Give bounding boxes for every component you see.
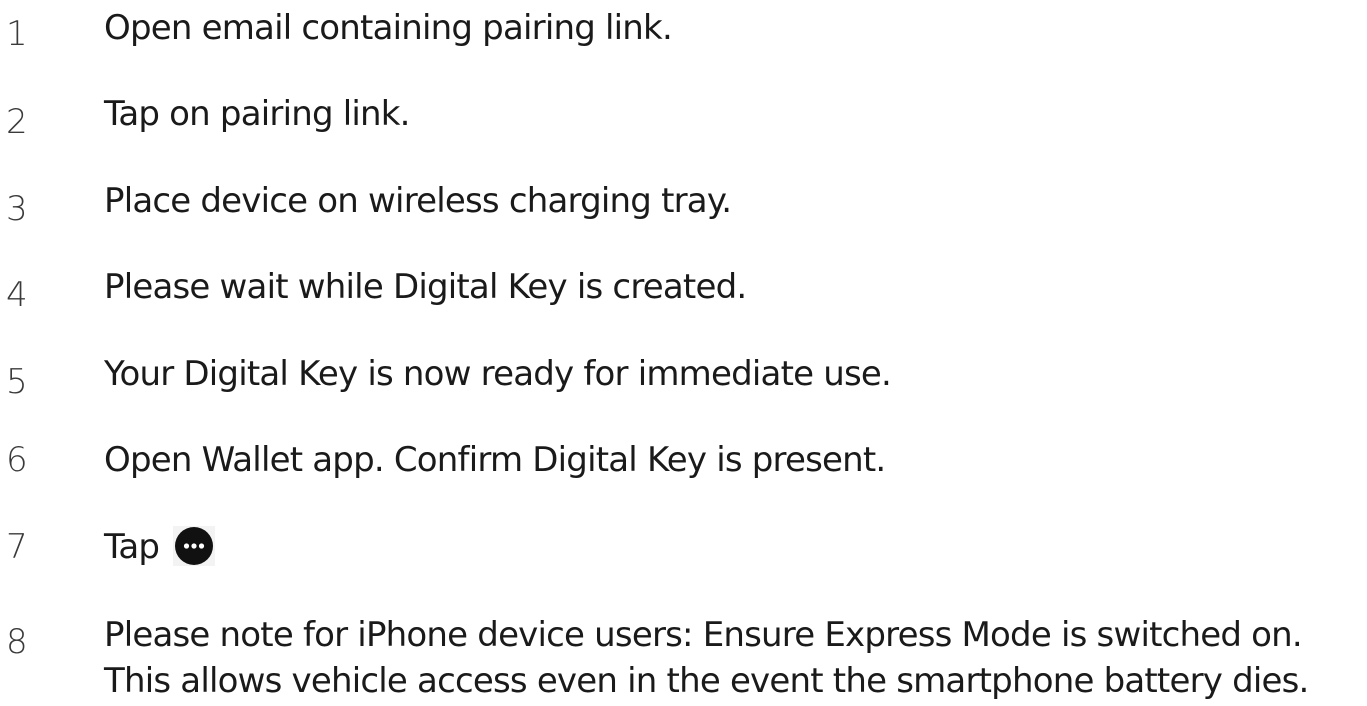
step-text-line: This allows vehicle access even in the e…: [104, 661, 1309, 701]
more-icon: [173, 525, 216, 566]
step-text-line: Please note for iPhone device users: Ens…: [104, 615, 1303, 655]
step-number: 2: [6, 102, 28, 142]
step-text: Your Digital Key is now ready for immedi…: [104, 354, 892, 394]
step-number: 4: [6, 275, 28, 315]
step-text: Open Wallet app. Confirm Digital Key is …: [104, 440, 886, 480]
steps-list: 1 Open email containing pairing link. 2 …: [0, 0, 1367, 706]
step-number: 7: [6, 527, 28, 567]
step-text: Please note for iPhone device users: Ens…: [104, 612, 1309, 704]
step-number: 1: [6, 14, 28, 54]
step-number: 8: [6, 622, 28, 662]
step-text-with-icon: Tap: [104, 525, 216, 569]
step-number: 6: [6, 440, 28, 480]
step-text: Place device on wireless charging tray.: [104, 181, 732, 221]
step-text: Tap: [104, 527, 160, 567]
step-number: 3: [6, 189, 28, 229]
step-text: Please wait while Digital Key is created…: [104, 267, 747, 307]
step-text: Tap on pairing link.: [104, 94, 411, 134]
step-number: 5: [6, 362, 28, 402]
step-text: Open email containing pairing link.: [104, 8, 673, 48]
